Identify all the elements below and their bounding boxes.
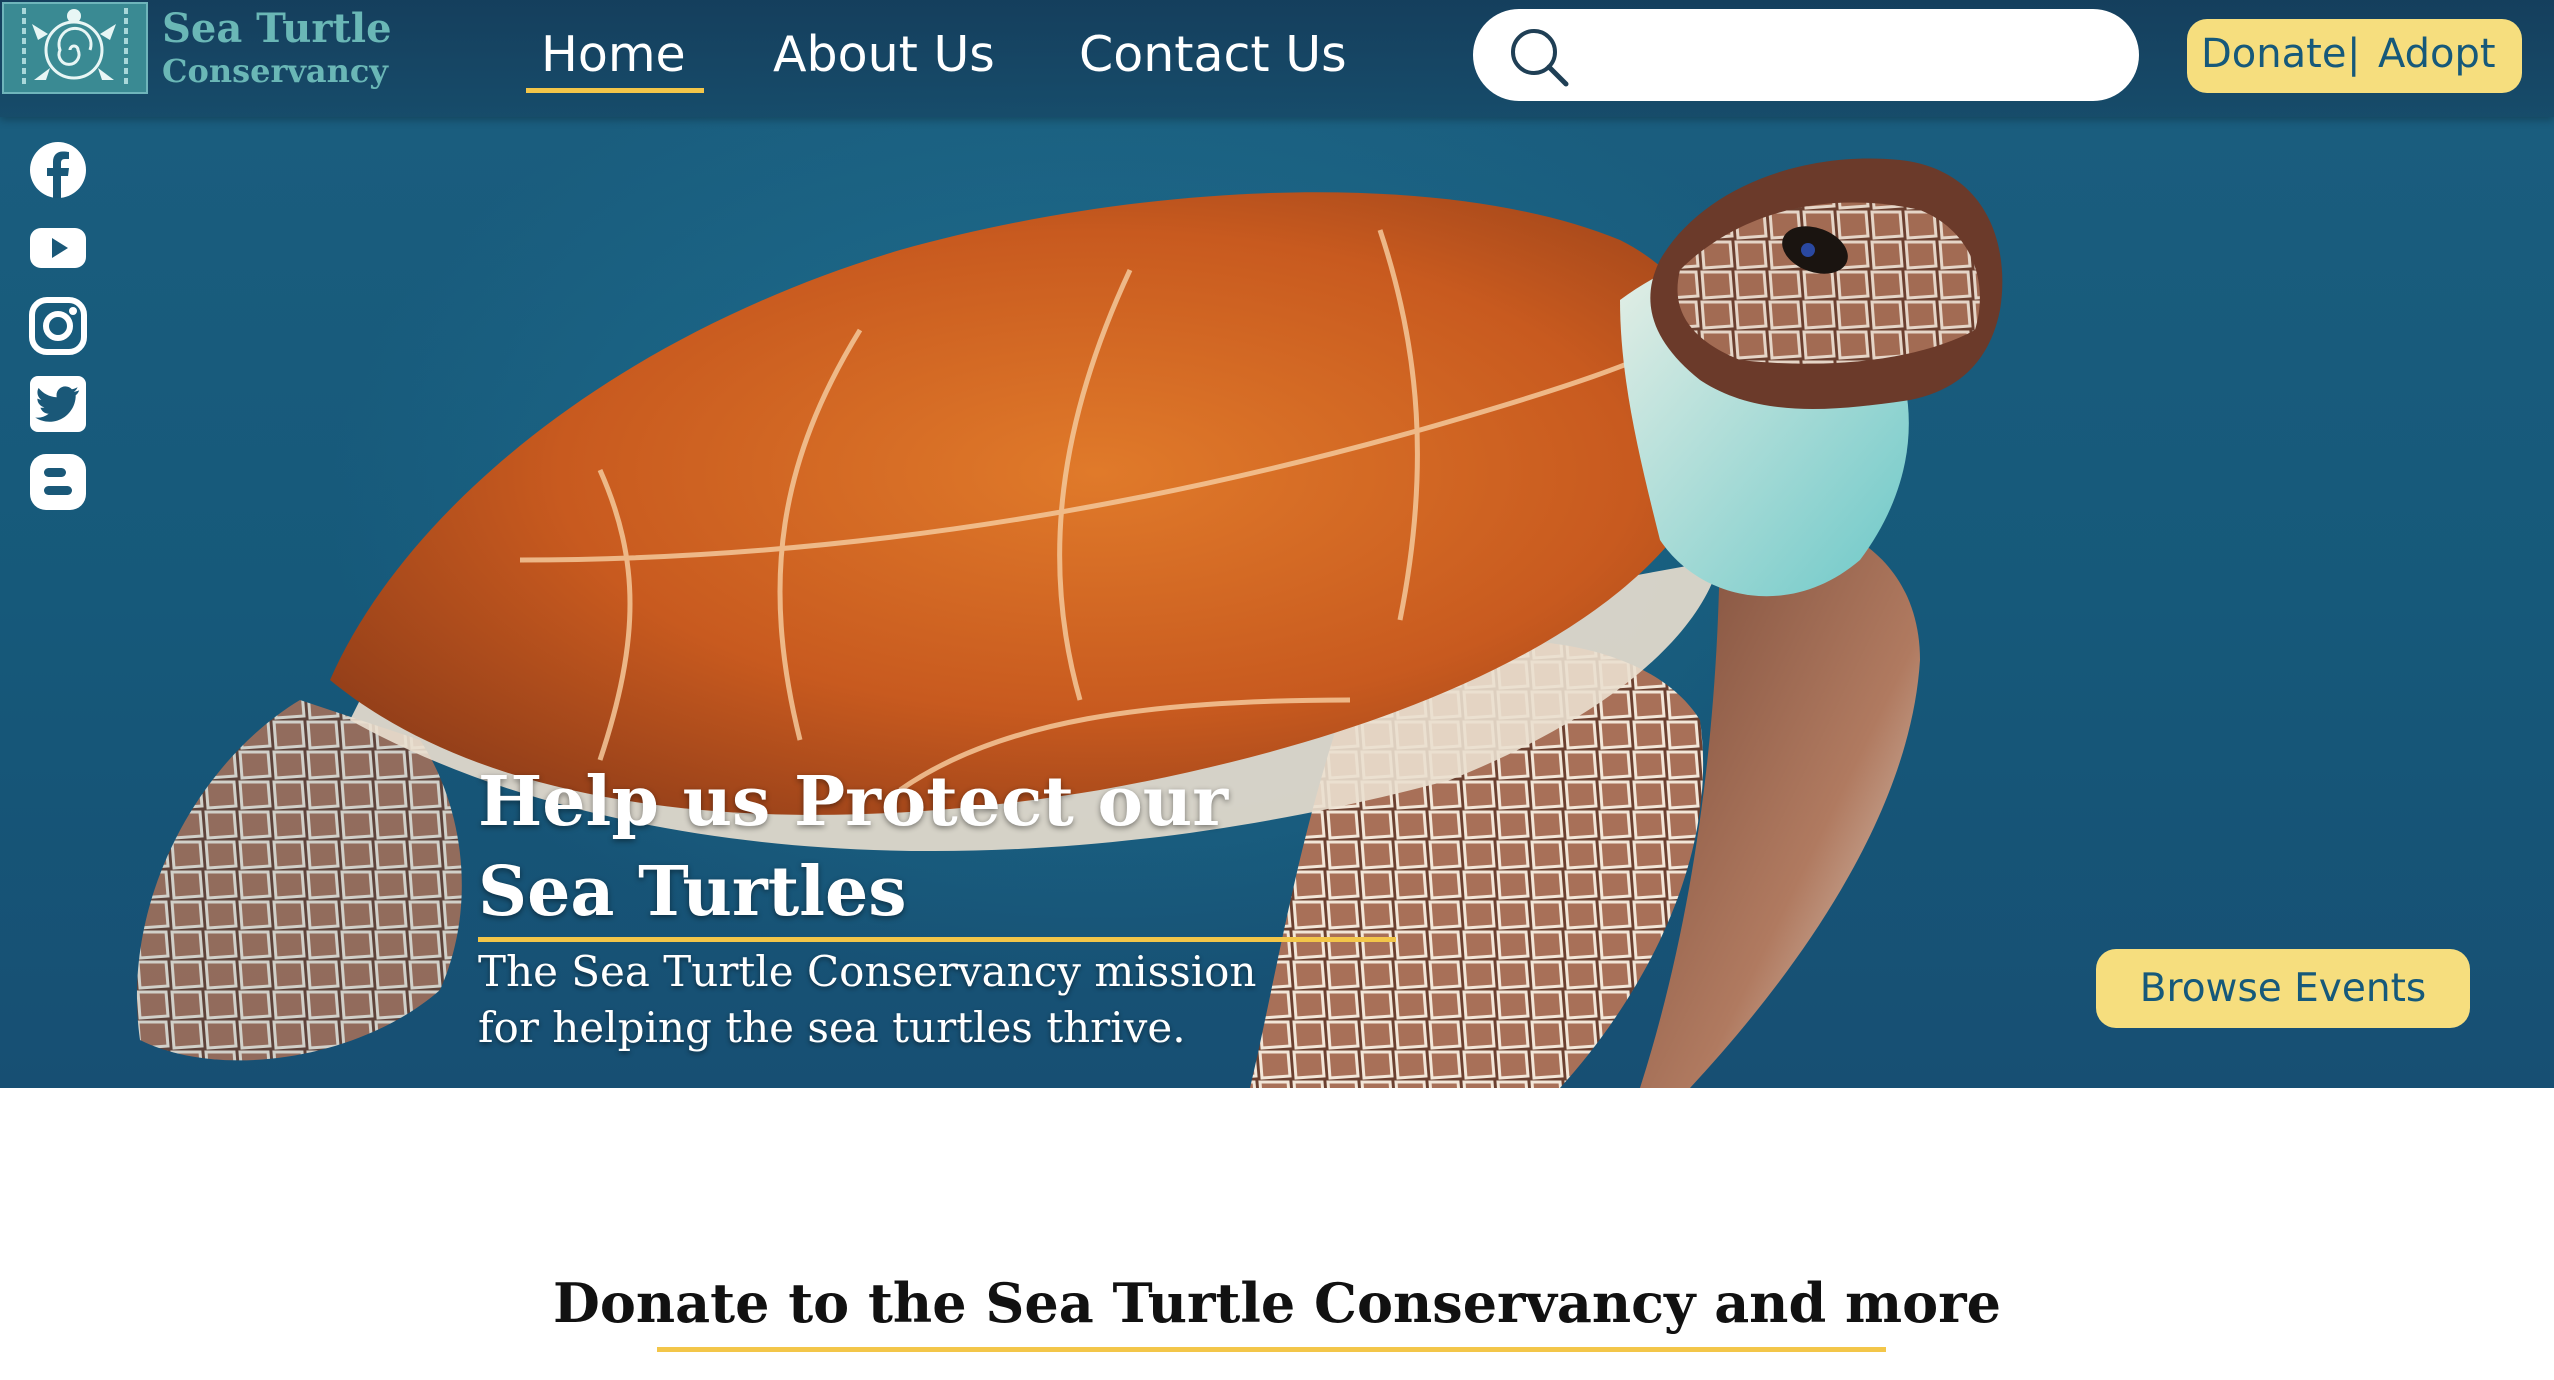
turtle-logo-icon[interactable] [2,2,148,94]
youtube-icon[interactable] [28,218,88,278]
donate-adopt-button: Donate | Adopt [2187,19,2522,93]
facebook-icon[interactable] [28,140,88,200]
nav-active-indicator [526,88,704,93]
section-title-underline [657,1347,1886,1352]
adopt-link[interactable]: Adopt [2378,31,2496,77]
brand-name[interactable]: Sea Turtle Conservancy [162,5,392,91]
section-title: Donate to the Sea Turtle Conservancy and… [553,1271,2001,1335]
top-nav-bar: Sea Turtle Conservancy Home About Us Con… [0,0,2554,117]
donate-link[interactable]: Donate [2201,31,2346,77]
browse-events-button[interactable]: Browse Events [2096,949,2470,1028]
cta-separator: | [2347,31,2361,77]
search-input[interactable] [1473,9,2139,101]
search-icon[interactable] [1506,24,1572,90]
instagram-icon[interactable] [28,296,88,356]
hero-subtitle: The Sea Turtle Conservancy mission for h… [478,947,1257,1052]
nav-about-us[interactable]: About Us [773,26,995,83]
brand-name-line1: Sea Turtle [162,5,392,52]
brand-name-line2: Conservancy [162,52,388,90]
nav-contact-us[interactable]: Contact Us [1079,26,1347,83]
nav-home[interactable]: Home [541,26,686,83]
twitter-icon[interactable] [28,374,88,434]
hero-title: Help us Protect our Sea Turtles [478,762,1229,932]
blogger-icon[interactable] [28,452,88,512]
hero-title-underline [478,937,1396,942]
